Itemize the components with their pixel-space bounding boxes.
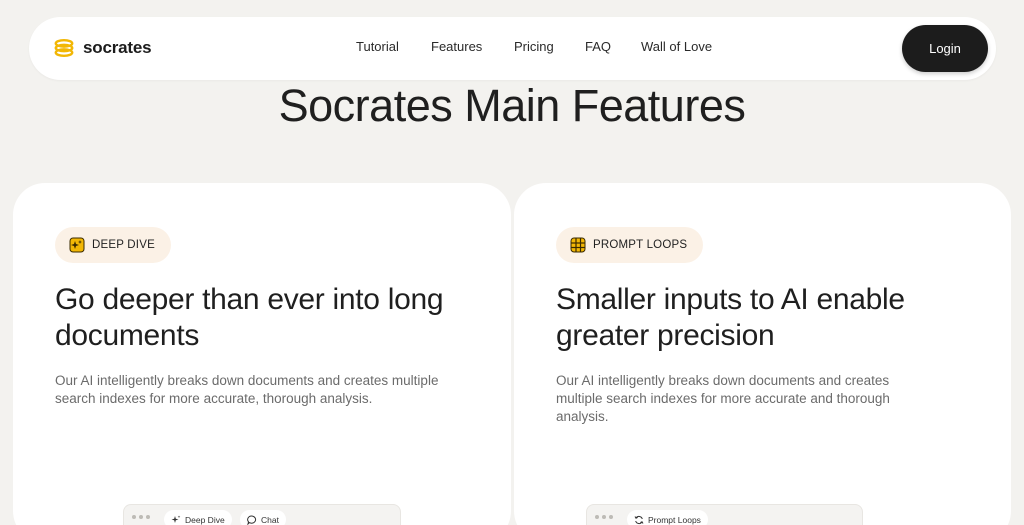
window-dots bbox=[595, 515, 613, 519]
feature-heading: Go deeper than ever into long documents bbox=[55, 283, 444, 352]
window-dots bbox=[132, 515, 150, 519]
nav-link-pricing[interactable]: Pricing bbox=[514, 39, 554, 54]
preview-tab-prompt-loops[interactable]: Prompt Loops bbox=[627, 510, 708, 525]
feature-card-deep-dive: DEEP DIVE Go deeper than ever into long … bbox=[13, 183, 511, 525]
app-preview: Prompt Loops bbox=[586, 504, 863, 525]
feature-badge: PROMPT LOOPS bbox=[556, 227, 704, 263]
section-title: Socrates Main Features bbox=[278, 80, 746, 131]
feature-heading: Smaller inputs to AI enable greater prec… bbox=[556, 283, 905, 352]
sparkle-icon bbox=[69, 237, 85, 253]
feature-description: Our AI intelligently breaks down documen… bbox=[556, 373, 890, 424]
preview-tab-label: Prompt Loops bbox=[648, 514, 701, 525]
nav-link-tutorial[interactable]: Tutorial bbox=[356, 39, 399, 54]
feature-card-prompt-loops: PROMPT LOOPS Smaller inputs to AI enable… bbox=[514, 183, 1011, 525]
top-navbar: socrates Tutorial Features Pricing FAQ W… bbox=[29, 17, 996, 80]
socrates-logo-icon bbox=[54, 39, 74, 57]
brand[interactable]: socrates bbox=[53, 37, 152, 59]
preview-tab-chat[interactable]: Chat bbox=[240, 510, 286, 525]
badge-label: PROMPT LOOPS bbox=[593, 239, 688, 251]
preview-tab-label: Chat bbox=[261, 514, 279, 525]
nav-link-features[interactable]: Features bbox=[431, 39, 482, 54]
feature-description: Our AI intelligently breaks down documen… bbox=[55, 373, 439, 406]
grid-icon bbox=[570, 237, 586, 253]
preview-tab-label: Deep Dive bbox=[185, 514, 225, 525]
nav-link-wall-of-love[interactable]: Wall of Love bbox=[641, 39, 712, 54]
app-preview: Deep Dive Chat bbox=[123, 504, 401, 525]
refresh-icon bbox=[634, 515, 644, 524]
sparkle-icon bbox=[171, 515, 181, 523]
badge-label: DEEP DIVE bbox=[92, 239, 155, 251]
chat-bubble-icon bbox=[247, 515, 257, 525]
brand-name: socrates bbox=[83, 38, 152, 57]
nav-link-faq[interactable]: FAQ bbox=[585, 39, 611, 54]
login-button[interactable]: Login bbox=[902, 25, 988, 72]
feature-badge: DEEP DIVE bbox=[55, 227, 171, 263]
preview-tab-deep-dive[interactable]: Deep Dive bbox=[164, 510, 232, 525]
